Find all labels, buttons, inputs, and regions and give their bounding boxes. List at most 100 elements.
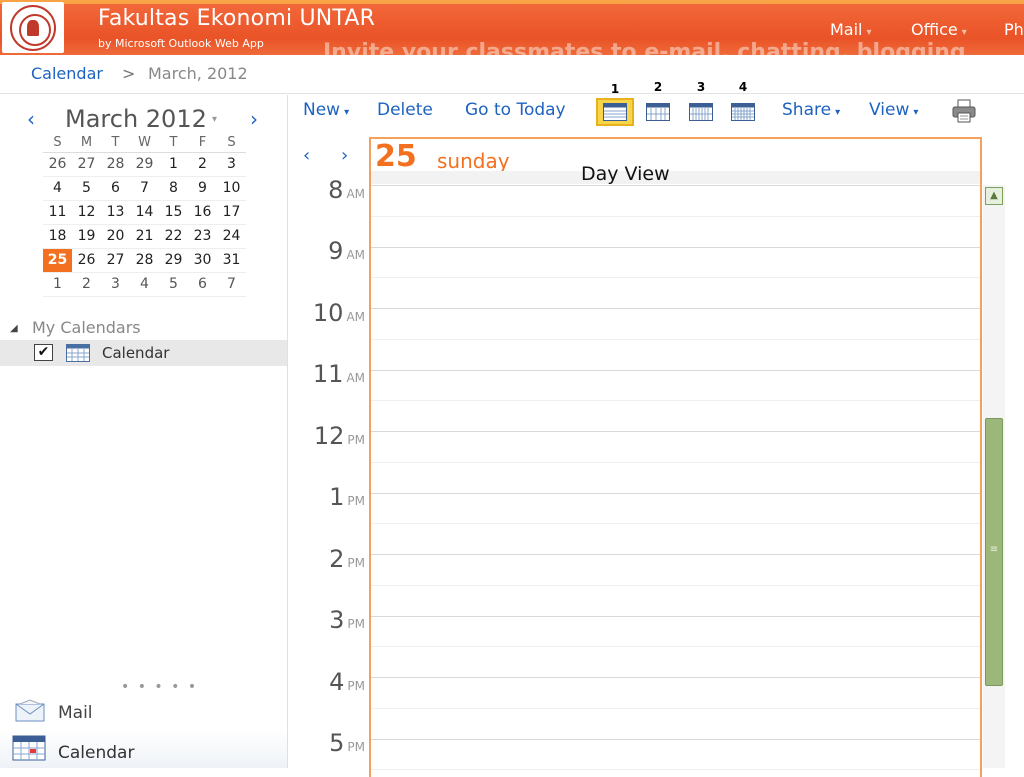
date-cell[interactable]: 26 [72,248,101,273]
date-cell[interactable]: 5 [72,176,101,201]
weekday-header-row: SMTWTFS [43,133,246,153]
date-cell[interactable]: 20 [101,224,130,249]
hour-ampm: PM [347,678,365,693]
date-cell[interactable]: 31 [217,248,246,273]
date-cell[interactable]: 3 [217,152,246,177]
date-cell[interactable]: 18 [43,224,72,249]
time-slot-line [371,215,980,217]
print-icon[interactable] [951,98,977,124]
date-cell[interactable]: 24 [217,224,246,249]
work-week-view-button[interactable]: 2 [639,80,677,126]
weekday-label: S [43,133,72,153]
week-row: 25 26 27 28 29 30 31 [43,248,246,273]
date-cell[interactable]: 5 [159,272,188,297]
time-slot-line [371,308,980,309]
calendar-list-item[interactable]: ✔ Calendar [0,340,287,366]
date-cell[interactable]: 21 [130,224,159,249]
nav-office-label: Office [911,20,958,39]
date-cell[interactable]: 16 [188,200,217,225]
mini-calendar-body: 26 27 28 29 1 2 3 4 5 6 7 8 9 10 11 12 13 14 15 16 17 18 19 20 2… [43,152,246,297]
collapse-triangle-icon[interactable]: ◢ [10,323,18,334]
week-row: 26 27 28 29 1 2 3 [43,152,246,177]
date-cell[interactable]: 28 [130,248,159,273]
day-next-button[interactable]: › [341,145,348,166]
date-cell[interactable]: 19 [72,224,101,249]
date-cell[interactable]: 1 [159,152,188,177]
hour-label: 2 PM [301,545,365,573]
date-cell[interactable]: 13 [101,200,130,225]
time-slot-line [371,554,980,555]
calendar-checkbox[interactable]: ✔ [34,344,53,361]
nav-phone-menu[interactable]: Ph [1004,20,1024,39]
hour-ampm: PM [347,740,365,754]
share-button[interactable]: Share ▾ [782,100,840,120]
scroll-up-button[interactable]: ▲ [985,187,1003,205]
my-calendars-heading[interactable]: My Calendars [32,318,141,337]
hour-number: 4 [329,667,345,696]
date-cell[interactable]: 10 [217,176,246,201]
date-cell[interactable]: 7 [217,272,246,297]
date-cell[interactable]: 6 [188,272,217,297]
chevron-down-icon: ▾ [961,27,967,38]
day-view-button[interactable]: 1 [596,82,634,126]
date-cell[interactable]: 26 [43,152,72,177]
date-cell[interactable]: 7 [130,176,159,201]
date-cell[interactable]: 29 [130,152,159,177]
mini-calendar-next-button[interactable]: › [250,107,258,131]
view-number-label: 3 [696,80,706,94]
time-slot-line [371,246,980,248]
view-menu-button[interactable]: View ▾ [869,100,918,120]
calendar-icon [66,344,90,362]
nav-office-menu[interactable]: Office ▾ [911,20,967,39]
date-cell[interactable]: 14 [130,200,159,225]
chevron-down-icon[interactable]: ▾ [212,114,217,125]
go-to-today-button[interactable]: Go to Today [465,100,566,120]
all-day-strip[interactable] [371,171,980,184]
date-cell[interactable]: 2 [188,152,217,177]
date-cell[interactable]: 28 [101,152,130,177]
date-cell[interactable]: 6 [101,176,130,201]
date-cell[interactable]: 3 [101,272,130,297]
date-cell[interactable]: 27 [72,152,101,177]
mini-calendar-prev-button[interactable]: ‹ [27,107,35,131]
date-cell[interactable]: 4 [43,176,72,201]
date-cell[interactable]: 9 [188,176,217,201]
date-cell[interactable]: 29 [159,248,188,273]
date-cell[interactable]: 15 [159,200,188,225]
mini-calendar-title[interactable]: March 2012 [65,105,207,133]
date-cell[interactable]: 22 [159,224,188,249]
week-view-button[interactable]: 3 [682,80,720,126]
hour-label: 9 AM [301,237,365,265]
date-cell[interactable]: 2 [72,272,101,297]
nav-mail-button[interactable]: Mail [0,695,287,731]
date-cell[interactable]: 11 [43,200,72,225]
new-button[interactable]: New ▾ [303,100,349,120]
pane-resize-handle[interactable]: • • • • • [121,679,198,695]
breadcrumb-calendar-link[interactable]: Calendar [31,64,103,83]
view-menu-label: View [869,100,910,120]
month-view-button[interactable]: 4 [724,80,762,126]
date-cell[interactable]: 1 [43,272,72,297]
time-slot-line [371,615,980,617]
time-slot-line [371,277,980,279]
hour-number: 12 [313,421,345,450]
date-cell[interactable]: 27 [101,248,130,273]
scrollbar-thumb[interactable]: ≡ [985,418,1003,686]
date-cell[interactable]: 30 [188,248,217,273]
nav-calendar-button[interactable]: Calendar [0,731,287,768]
date-cell[interactable]: 8 [159,176,188,201]
time-slot-line [371,400,980,402]
date-cell[interactable]: 12 [72,200,101,225]
date-cell[interactable]: 25 [43,248,72,273]
hour-number: 3 [329,606,345,634]
time-slot-line [371,646,980,648]
hour-number: 11 [312,360,344,388]
date-cell[interactable]: 4 [130,272,159,297]
date-cell[interactable]: 23 [188,224,217,249]
date-cell[interactable]: 17 [217,200,246,225]
day-column[interactable]: 25 sunday Day View [369,137,982,777]
nav-mail-menu[interactable]: Mail ▾ [830,20,872,39]
delete-button[interactable]: Delete [377,100,433,120]
week-row: 4 5 6 7 8 9 10 [43,176,246,201]
day-prev-button[interactable]: ‹ [303,145,310,166]
